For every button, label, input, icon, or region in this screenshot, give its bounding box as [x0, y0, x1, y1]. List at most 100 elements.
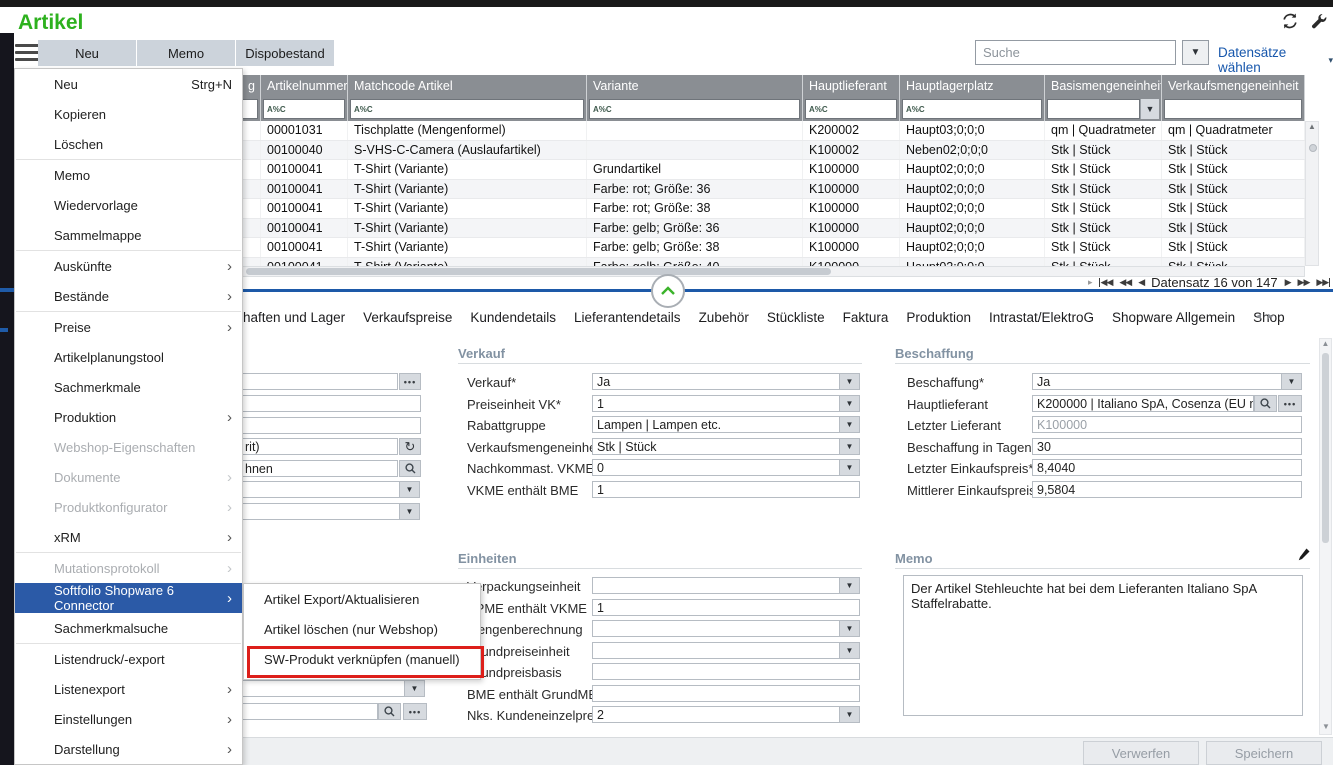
menu-item-produktion[interactable]: Produktion›: [15, 402, 242, 432]
table-row[interactable]: 00001031Tischplatte (Mengenformel)K20000…: [230, 121, 1305, 141]
next-record-button[interactable]: ▶: [1285, 278, 1291, 287]
column-header[interactable]: Artikelnummer: [261, 75, 348, 97]
table-vertical-scrollbar[interactable]: ▲: [1305, 121, 1319, 266]
search-lookup-button[interactable]: [399, 460, 421, 477]
ellipsis-button[interactable]: •••: [1278, 395, 1302, 412]
collapse-panel-button[interactable]: [651, 274, 685, 308]
menu-item-listendruck-export[interactable]: Listendruck/-export: [15, 644, 242, 674]
caret-down-icon[interactable]: ▼: [840, 620, 860, 637]
menu-item-kopieren[interactable]: Kopieren: [15, 99, 242, 129]
memo-button[interactable]: Memo: [137, 40, 235, 66]
table-row[interactable]: 00100041T-Shirt (Variante)Farbe: gelb; G…: [230, 238, 1305, 258]
search-lookup-button[interactable]: [378, 703, 401, 720]
caret-down-icon[interactable]: ▼: [1282, 373, 1302, 390]
left-field-combo[interactable]: [240, 680, 405, 697]
table-row[interactable]: 00100041T-Shirt (Variante)GrundartikelK1…: [230, 160, 1305, 180]
filter-input[interactable]: A%C: [805, 99, 897, 119]
menu-item-loeschen[interactable]: Löschen: [15, 129, 242, 159]
column-header[interactable]: Basismengeneinheit: [1045, 75, 1162, 97]
ellipsis-button[interactable]: •••: [399, 373, 421, 390]
left-field-input[interactable]: [240, 703, 378, 720]
left-field-input[interactable]: [240, 373, 398, 390]
dispobestand-button[interactable]: Dispobestand: [236, 40, 334, 66]
filter-combo[interactable]: [1047, 99, 1140, 119]
left-field-combo[interactable]: [240, 503, 400, 520]
left-field-input[interactable]: rit): [240, 438, 398, 455]
menu-item-xrm[interactable]: xRM›: [15, 522, 242, 552]
memo-textarea[interactable]: Der Artikel Stehleuchte hat bei dem Lief…: [903, 575, 1303, 716]
tab-zubehoer[interactable]: Zubehör: [699, 310, 749, 325]
menu-item-einstellungen[interactable]: Einstellungen›: [15, 704, 242, 734]
column-header[interactable]: Matchcode Artikel: [348, 75, 587, 97]
form-vertical-scrollbar[interactable]: ▲ ▼: [1319, 338, 1332, 735]
tab-kundendetails[interactable]: Kundendetails: [470, 310, 556, 325]
tab-shopware-allgemein[interactable]: Shopware Allgemein: [1112, 310, 1235, 325]
caret-down-icon[interactable]: ▼: [840, 459, 860, 476]
left-field-input[interactable]: [240, 417, 421, 434]
table-row[interactable]: 00100041T-Shirt (Variante)Farbe: gelb; G…: [230, 258, 1305, 267]
tab-intrastat-elektrog[interactable]: Intrastat/ElektroG: [989, 310, 1094, 325]
prev-record-button[interactable]: ◀: [1138, 278, 1144, 287]
filter-input[interactable]: A%C: [589, 99, 800, 119]
column-header[interactable]: Hauptlagerplatz: [900, 75, 1045, 97]
select-records-link[interactable]: Datensätze wählen ▾: [1218, 45, 1333, 75]
verpackungseinheit-combo[interactable]: [592, 577, 840, 594]
verkauf-combo[interactable]: Ja: [592, 373, 840, 390]
caret-down-icon[interactable]: ▼: [840, 373, 860, 390]
menu-item-artikelplanungstool[interactable]: Artikelplanungstool: [15, 342, 242, 372]
beschaffung-combo[interactable]: Ja: [1032, 373, 1282, 390]
menu-item-neu[interactable]: NeuStrg+N: [15, 69, 242, 99]
caret-down-icon[interactable]: ▼: [840, 577, 860, 594]
table-row[interactable]: 00100040S-VHS-C-Camera (Auslaufartikel)K…: [230, 141, 1305, 161]
left-field-input[interactable]: [240, 395, 421, 412]
ellipsis-button[interactable]: •••: [403, 703, 427, 720]
filter-input[interactable]: A%C: [263, 99, 345, 119]
column-header[interactable]: Hauptlieferant: [803, 75, 900, 97]
caret-down-icon[interactable]: ▼: [840, 438, 860, 455]
grundpreiseinheit-combo[interactable]: [592, 642, 840, 659]
tab-scroll-right-icon[interactable]: ▸: [1268, 311, 1273, 322]
reload-field-button[interactable]: ↻: [399, 438, 421, 455]
submenu-item-artikel-loeschen-nur-webshop[interactable]: Artikel löschen (nur Webshop): [244, 614, 480, 644]
nav-detail-icon[interactable]: ▸: [1088, 278, 1092, 287]
preiseinheit-combo[interactable]: 1: [592, 395, 840, 412]
discard-button[interactable]: Verwerfen: [1083, 741, 1199, 765]
last-record-button[interactable]: ▶▶: [1316, 278, 1330, 287]
menu-item-sammelmappe[interactable]: Sammelmappe: [15, 220, 242, 250]
table-row[interactable]: 00100041T-Shirt (Variante)Farbe: rot; Gr…: [230, 180, 1305, 200]
beschaffung-in-tagen-input[interactable]: 30: [1032, 438, 1302, 455]
tab-scroll-left-icon[interactable]: ◂: [1256, 311, 1261, 322]
refresh-icon[interactable]: [1281, 12, 1299, 30]
table-row[interactable]: 00100041T-Shirt (Variante)Farbe: rot; Gr…: [230, 199, 1305, 219]
hauptlieferant-input[interactable]: K200000 | Italiano SpA, Cosenza (EU m. U…: [1032, 395, 1254, 412]
scrollbar-thumb[interactable]: [1309, 144, 1317, 152]
caret-down-icon[interactable]: ▼: [840, 706, 860, 723]
filter-input[interactable]: [1164, 99, 1302, 119]
menu-item-listenexport[interactable]: Listenexport›: [15, 674, 242, 704]
nks-kundeneinzelpreis-combo[interactable]: 2: [592, 706, 840, 723]
fast-prev-button[interactable]: ◀◀: [1119, 278, 1131, 287]
menu-item-auskuenfte[interactable]: Auskünfte›: [15, 251, 242, 281]
rabattgruppe-combo[interactable]: Lampen | Lampen etc.: [592, 416, 840, 433]
mittlerer-einkaufspreis-input[interactable]: 9,5804: [1032, 481, 1302, 498]
caret-down-icon[interactable]: ▼: [405, 680, 425, 697]
vkme-enthaelt-bme-input[interactable]: 1: [592, 481, 860, 498]
scroll-up-icon[interactable]: ▲: [1308, 122, 1316, 131]
save-button[interactable]: Speichern: [1206, 741, 1322, 765]
left-field-input[interactable]: hnen: [240, 460, 398, 477]
caret-down-icon[interactable]: ▼: [840, 395, 860, 412]
menu-item-sachmerkmalsuche[interactable]: Sachmerkmalsuche: [15, 613, 242, 643]
menu-item-memo[interactable]: Memo: [15, 160, 242, 190]
column-header[interactable]: Verkaufsmengeneinheit: [1162, 75, 1305, 97]
search-input[interactable]: [975, 40, 1176, 65]
tab-verkaufspreise[interactable]: Verkaufspreise: [363, 310, 452, 325]
letzter-einkaufspreis-input[interactable]: 8,4040: [1032, 459, 1302, 476]
caret-down-icon[interactable]: ▼: [840, 642, 860, 659]
vpme-enthaelt-vkme-input[interactable]: 1: [592, 599, 860, 616]
verkaufsmengeneinheit-combo[interactable]: Stk | Stück: [592, 438, 840, 455]
mengenberechnung-combo[interactable]: [592, 620, 840, 637]
first-record-button[interactable]: ◀◀: [1099, 278, 1113, 287]
caret-down-icon[interactable]: ▼: [400, 481, 420, 498]
tab-eigenschaften-und-lager[interactable]: haften und Lager: [243, 310, 345, 325]
scroll-down-icon[interactable]: ▼: [1322, 722, 1330, 731]
